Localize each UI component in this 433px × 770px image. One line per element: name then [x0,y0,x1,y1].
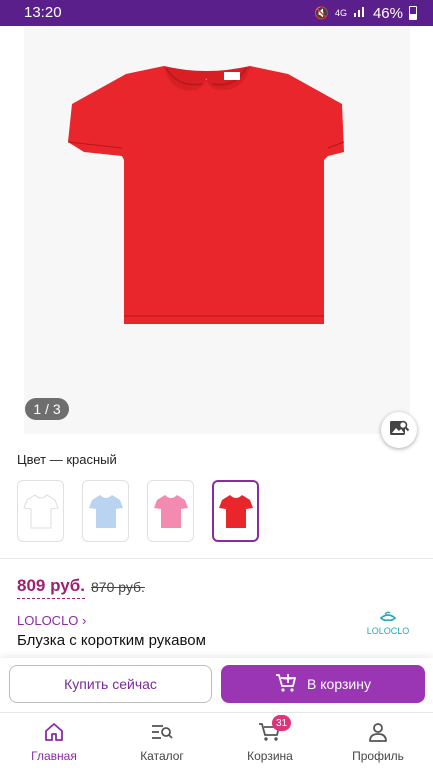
color-swatch-white[interactable] [17,480,64,542]
nav-item-home[interactable]: Главная [6,721,102,763]
brand-logo-text: LOLOCLO [367,626,410,636]
catalog-icon [150,721,174,743]
color-swatch-light-blue[interactable] [82,480,129,542]
signal-icon [353,4,367,22]
add-to-cart-icon [275,673,297,696]
action-bar: Купить сейчас В корзину [0,658,433,712]
image-search-icon [388,417,410,444]
brand-link[interactable]: LOLOCLO › [17,613,86,628]
buy-now-label: Купить сейчас [64,676,157,692]
cart-badge: 31 [272,715,292,731]
current-price[interactable]: 809 руб. [17,576,85,599]
home-icon [43,721,65,743]
image-search-button[interactable] [381,412,417,448]
mute-icon: 🔇 [314,6,329,20]
battery-percent: 46% [372,4,403,22]
product-title: Блузка с коротким рукавом [17,632,206,649]
section-divider [0,558,433,559]
swatch-red-image [218,495,253,528]
bottom-nav: Главная Каталог 31 Корзина Профиль [0,712,433,770]
profile-icon [367,721,389,743]
buy-now-button[interactable]: Купить сейчас [9,665,212,703]
brand-logo[interactable]: LOLOCLO [362,610,414,638]
product-image[interactable] [66,44,346,330]
color-swatch-pink[interactable] [147,480,194,542]
nav-label-home: Главная [31,749,77,763]
brand-logo-icon: LOLOCLO [367,611,410,636]
swatch-light-blue-image [88,495,123,528]
nav-item-profile[interactable]: Профиль [330,721,426,763]
cart-icon: 31 [258,715,292,743]
nav-label-catalog: Каталог [140,749,184,763]
nav-label-cart: Корзина [247,749,293,763]
add-to-cart-label: В корзину [307,676,371,692]
product-gallery[interactable]: 1 / 3 [0,26,433,448]
color-swatches [17,480,259,542]
old-price: 870 руб. [91,579,145,595]
nav-label-profile: Профиль [352,749,404,763]
color-label: Цвет — красный [17,452,117,467]
swatch-white-image [22,494,59,529]
nav-item-cart[interactable]: 31 Корзина [222,715,318,763]
color-swatch-red[interactable] [212,480,259,542]
status-icons: 🔇 4G 46% [314,4,417,22]
image-page-indicator: 1 / 3 [25,398,69,420]
add-to-cart-button[interactable]: В корзину [221,665,425,703]
swatch-pink-image [153,495,188,528]
status-bar: 13:20 🔇 4G 46% [0,0,433,26]
status-time: 13:20 [24,4,62,21]
battery-icon [409,6,417,20]
network-label: 4G [334,8,347,18]
nav-item-catalog[interactable]: Каталог [114,721,210,763]
